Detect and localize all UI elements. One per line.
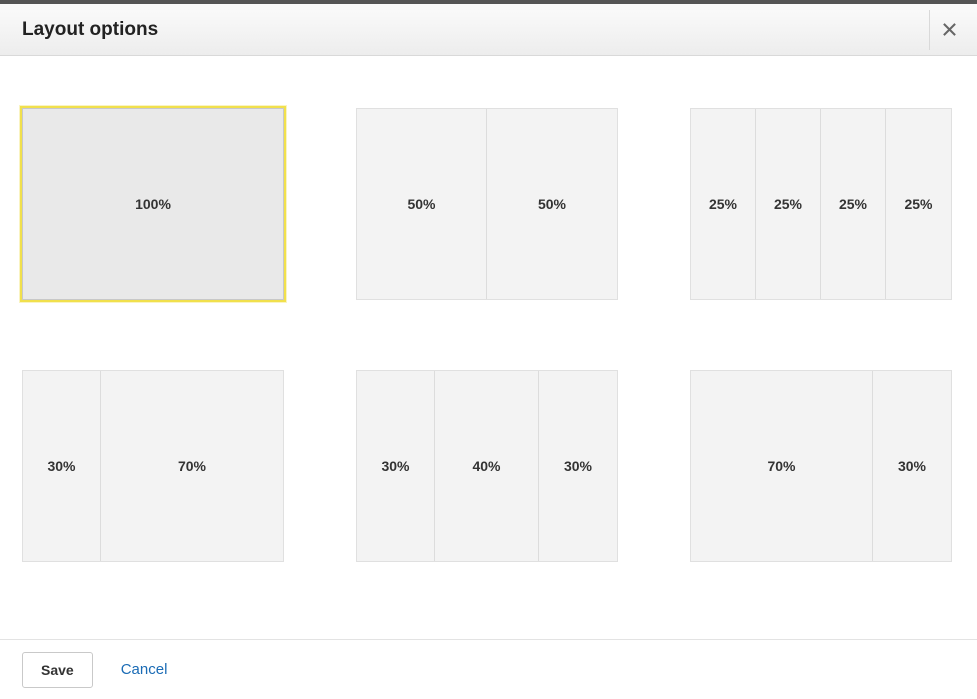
layout-option-2-col-2: 25% [821, 109, 886, 299]
layout-option-3-col-0: 30% [23, 371, 101, 561]
layout-options-grid: 100%50%50%25%25%25%25%30%70%30%40%30%70%… [22, 108, 955, 562]
column-percent-label: 100% [135, 196, 171, 212]
close-icon [942, 22, 957, 37]
column-percent-label: 25% [774, 196, 802, 212]
layout-option-3-col-1: 70% [101, 371, 283, 561]
column-percent-label: 70% [767, 458, 795, 474]
column-percent-label: 30% [898, 458, 926, 474]
layout-option-5-col-1: 30% [873, 371, 951, 561]
column-percent-label: 30% [381, 458, 409, 474]
layout-option-4-col-0: 30% [357, 371, 435, 561]
column-percent-label: 40% [472, 458, 500, 474]
dialog-title: Layout options [22, 19, 158, 41]
save-button[interactable]: Save [22, 652, 93, 688]
column-percent-label: 50% [538, 196, 566, 212]
column-percent-label: 25% [839, 196, 867, 212]
layout-option-4-col-2: 30% [539, 371, 617, 561]
layout-option-2-col-3: 25% [886, 109, 951, 299]
column-percent-label: 30% [564, 458, 592, 474]
layout-option-0-col-0: 100% [23, 109, 283, 299]
layout-option-3[interactable]: 30% 70% [22, 370, 284, 562]
layout-option-4-col-1: 40% [435, 371, 539, 561]
dialog-header: Layout options [0, 4, 977, 56]
layout-option-2-col-1: 25% [756, 109, 821, 299]
layout-option-4[interactable]: 30% 40% 30% [356, 370, 618, 562]
layout-option-5[interactable]: 70% 30% [690, 370, 952, 562]
dialog-footer: Save Cancel [0, 639, 977, 699]
column-percent-label: 50% [407, 196, 435, 212]
column-percent-label: 70% [178, 458, 206, 474]
dialog-body: 100%50%50%25%25%25%25%30%70%30%40%30%70%… [0, 56, 977, 639]
close-button[interactable] [929, 10, 969, 50]
layout-option-0[interactable]: 100% [22, 108, 284, 300]
layout-option-2[interactable]: 25% 25% 25% 25% [690, 108, 952, 300]
layout-option-5-col-0: 70% [691, 371, 873, 561]
layout-option-1-col-1: 50% [487, 109, 617, 299]
column-percent-label: 30% [47, 458, 75, 474]
cancel-button[interactable]: Cancel [121, 661, 168, 678]
column-percent-label: 25% [904, 196, 932, 212]
layout-option-1[interactable]: 50% 50% [356, 108, 618, 300]
column-percent-label: 25% [709, 196, 737, 212]
layout-option-2-col-0: 25% [691, 109, 756, 299]
layout-option-1-col-0: 50% [357, 109, 487, 299]
